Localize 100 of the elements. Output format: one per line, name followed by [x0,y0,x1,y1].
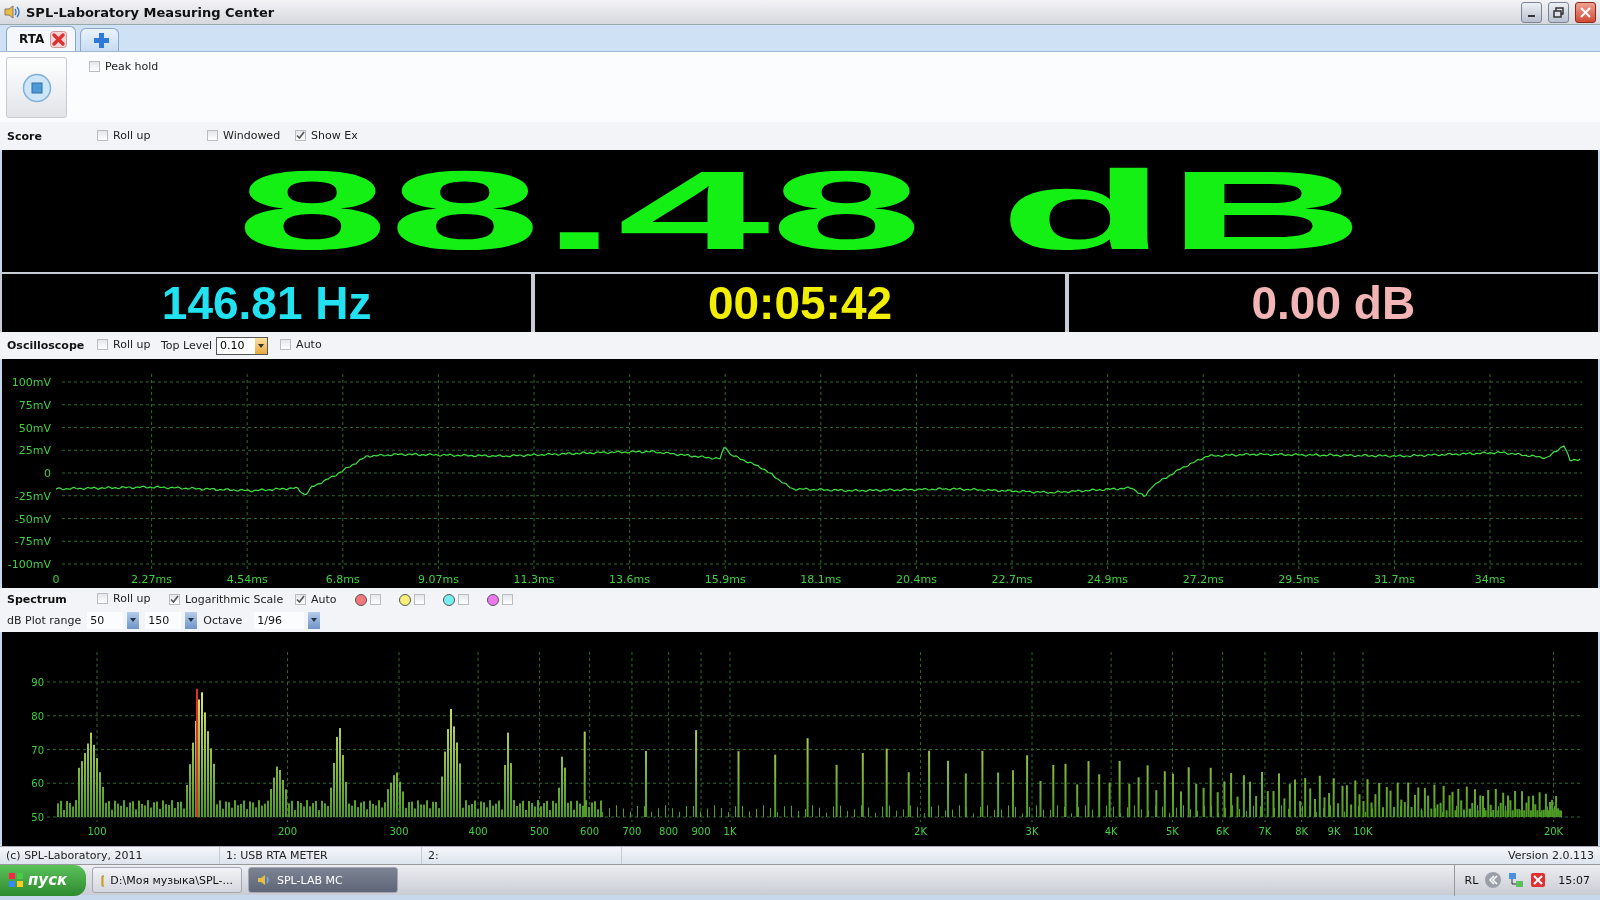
axis-label: -100mV [7,558,51,571]
checkbox[interactable] [207,129,218,141]
axis-label: 600 [580,826,600,837]
trace-color-dot[interactable] [399,593,411,606]
axis-label: 24.9ms [1087,573,1129,586]
chevron-icon[interactable] [1484,871,1503,889]
axis-label: 80 [31,710,44,722]
window-title: SPL-Laboratory Measuring Center [26,4,275,20]
speaker-icon [4,5,20,19]
axis-label: 200 [278,826,298,837]
axis-label: 7K [1258,826,1272,837]
axis-label: 6.8ms [325,573,360,586]
checkbox[interactable] [295,130,306,141]
checkbox[interactable] [280,339,292,350]
checkbox-label: Show Ex [311,129,358,142]
axis-label: 75mV [18,398,51,412]
axis-label: 25mV [18,444,51,458]
stop-button[interactable] [6,57,67,118]
speaker-icon [257,873,271,887]
axis-label: 9K [1327,826,1341,837]
readout: 00:05:42 [707,276,893,330]
checkbox-label: Roll up [113,592,151,606]
trace-color-dot[interactable] [487,593,499,606]
axis-label: 9.07ms [417,573,459,586]
checkbox[interactable] [97,339,108,350]
axis-label: 6K [1216,826,1230,837]
axis-label: 100 [87,826,107,837]
sound-level-reading: 88.48 dB [235,155,1365,267]
windows-logo-icon [8,872,24,888]
axis-label: 18.1ms [800,573,842,586]
top-level-dropdown[interactable]: 0.10 [216,336,269,355]
checkbox-label: Auto [311,592,337,606]
readout: 146.81 Hz [161,276,372,330]
axis-label: -25mV [14,489,51,503]
tab[interactable]: RTA [6,26,77,51]
caret-icon [311,618,318,623]
checkbox[interactable] [458,594,469,606]
axis-label: 70 [31,744,44,756]
caret-icon [130,618,137,623]
checkbox[interactable] [295,593,306,605]
minimize-icon [1528,14,1535,17]
add-tab[interactable] [80,28,120,51]
network-icon[interactable] [1508,872,1525,888]
axis-label: 15.9ms [704,573,746,586]
axis-label: 11.3ms [513,573,555,586]
section-title: Score [7,129,43,143]
axis-label: 50 [31,812,44,823]
axis-label: 0 [44,467,51,480]
axis-label: 800 [659,826,679,837]
taskbar-item[interactable]: SPL-LAB MC [248,867,398,893]
axis-label: 20K [1543,826,1564,837]
checkbox-label: Roll up [113,338,151,351]
axis-label: 27.2ms [1182,573,1224,586]
checkbox[interactable] [97,593,108,605]
axis-label: 8K [1295,826,1309,837]
field-label: Top Level [161,339,213,352]
trace-color-dot[interactable] [355,593,367,606]
restore-icon [1553,6,1564,18]
axis-label: 2.27ms [131,573,173,586]
close-button[interactable] [1575,1,1596,23]
axis-label: 100mV [11,376,51,389]
axis-label: 29.5ms [1278,573,1320,586]
plus-icon [93,31,111,49]
checkbox-label: Roll up [113,128,151,142]
axis-label: 300 [389,826,409,837]
section-title: Spectrum [7,593,68,607]
close-icon [1580,6,1591,18]
checkbox-label: Logarithmic Scale [185,592,284,606]
axis-label: 90 [31,677,44,688]
axis-label: 20.4ms [895,573,937,586]
caret-icon [188,618,195,623]
axis-label: 400 [468,826,488,837]
axis-label: 13.6ms [609,573,651,586]
checkbox[interactable] [414,594,425,606]
taskbar-item[interactable]: D:\Моя музыка\SPL-... [92,867,242,893]
language-indicator[interactable]: RL [1464,873,1479,887]
status-text: Version 2.0.113 [1507,848,1595,864]
checkbox-label: Peak hold [105,60,159,73]
checkbox[interactable] [370,594,381,606]
minimize-button[interactable] [1521,1,1542,23]
checkbox[interactable] [502,594,513,606]
axis-label: 60 [31,778,44,790]
axis-label: -75mV [14,535,51,549]
caret-icon [258,343,265,348]
restore-button[interactable] [1548,1,1569,23]
stop-icon [21,72,52,103]
checkbox-label: Auto [296,338,322,351]
trace-color-dot[interactable] [443,593,455,606]
close-icon[interactable] [50,30,68,48]
axis-label: 3K [1025,826,1039,837]
checkbox[interactable] [169,593,180,605]
readout: 0.00 dB [1251,276,1416,330]
checkbox[interactable] [97,129,108,141]
clock: 15:07 [1558,873,1590,887]
axis-label: 2K [914,826,927,837]
axis-label: 700 [622,826,642,837]
shield-icon[interactable] [1530,872,1547,888]
checkbox[interactable] [89,61,100,72]
axis-label: -50mV [14,512,51,526]
axis-label: 4.54ms [226,573,268,586]
